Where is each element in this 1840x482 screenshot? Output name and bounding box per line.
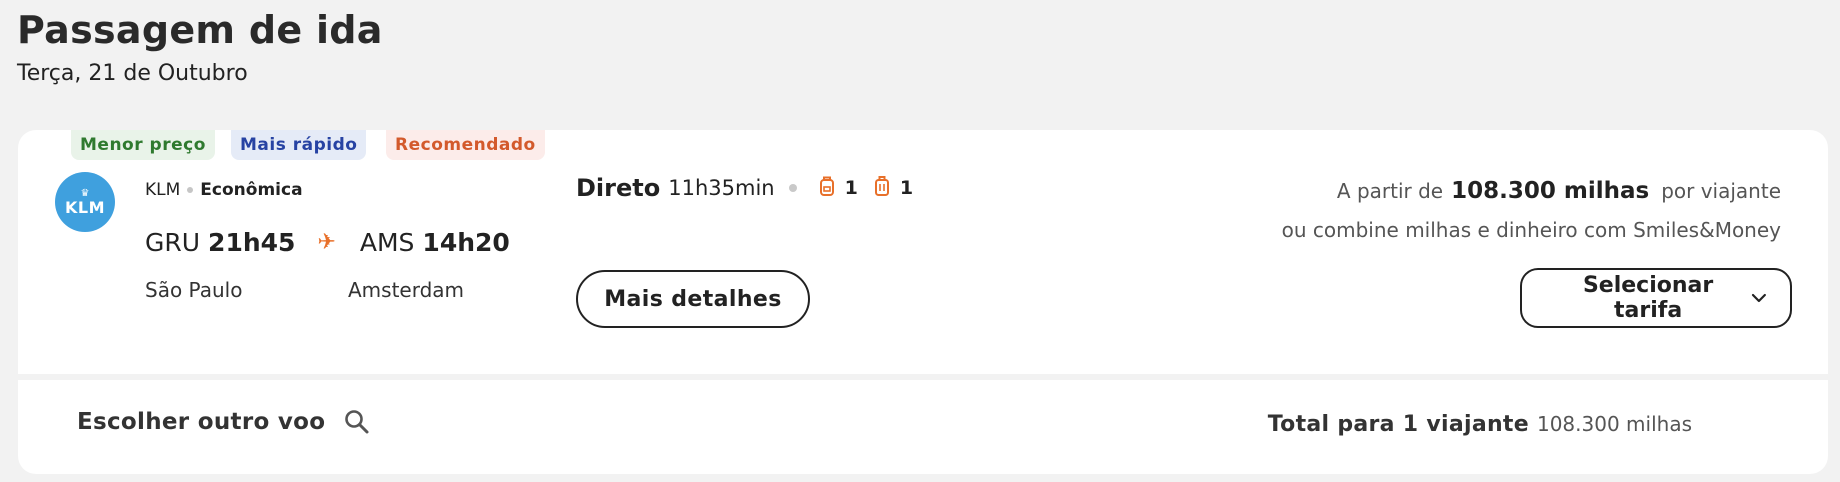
destination-city: Amsterdam (348, 278, 465, 302)
choose-other-flight-button[interactable]: Escolher outro voo (77, 408, 371, 436)
origin-code: GRU (145, 228, 201, 257)
select-fare-button[interactable]: Selecionar tarifa (1520, 268, 1792, 328)
total-summary: Total para 1 viajante 108.300 milhas (1268, 412, 1692, 437)
arrival-time: 14h20 (422, 228, 510, 257)
choose-other-flight-label: Escolher outro voo (77, 409, 326, 435)
airline-logo: ♛ KLM (55, 172, 115, 232)
separator-dot (788, 184, 797, 192)
checked-bag-count: 1 (899, 177, 914, 199)
cabin-class: Econômica (200, 180, 303, 200)
flight-card: Menor preço Mais rápido Recomendado ♛ KL… (18, 130, 1828, 474)
select-fare-label: Selecionar tarifa (1582, 273, 1714, 323)
destination-code: AMS (359, 228, 415, 257)
tag-recommended: Recomendado (386, 130, 545, 160)
price-suffix: por viajante (1661, 179, 1781, 203)
card-divider (18, 374, 1828, 380)
flight-info: Direto 11h35min 1 1 (576, 174, 929, 202)
price-prefix: A partir de (1336, 179, 1444, 203)
more-details-button[interactable]: Mais detalhes (576, 270, 810, 328)
carry-on-count: 1 (844, 177, 858, 199)
tag-lowest-price: Menor preço (71, 130, 215, 160)
tag-fastest: Mais rápido (231, 130, 367, 160)
departure-time: 21h45 (208, 228, 296, 257)
crown-icon: ♛ (80, 187, 90, 199)
total-label: Total para 1 viajante (1267, 412, 1529, 437)
page-date: Terça, 21 de Outubro (17, 61, 248, 86)
price-amount: 108.300 milhas (1451, 178, 1650, 204)
airline-row: KLM Econômica (145, 180, 303, 200)
suitcase-icon (874, 175, 890, 202)
plane-icon: ✈ (317, 230, 336, 255)
airline-logo-text: KLM (64, 197, 105, 217)
total-value: 108.300 milhas (1536, 412, 1692, 436)
duration: 11h35min (668, 176, 775, 200)
search-icon (345, 410, 369, 434)
airline-name: KLM (145, 180, 181, 200)
smiles-money-text: ou combine milhas e dinheiro com Smiles&… (1281, 218, 1781, 242)
page-title: Passagem de ida (17, 8, 383, 52)
separator-dot (187, 187, 194, 193)
chevron-down-icon (1752, 293, 1767, 303)
flight-times: GRU 21h45 ✈ AMS 14h20 (145, 228, 510, 257)
stops-label: Direto (576, 174, 661, 202)
origin-city: São Paulo (145, 278, 243, 302)
backpack-icon (819, 175, 835, 202)
price-line: A partir de 108.300 milhas por viajante (1337, 178, 1781, 204)
